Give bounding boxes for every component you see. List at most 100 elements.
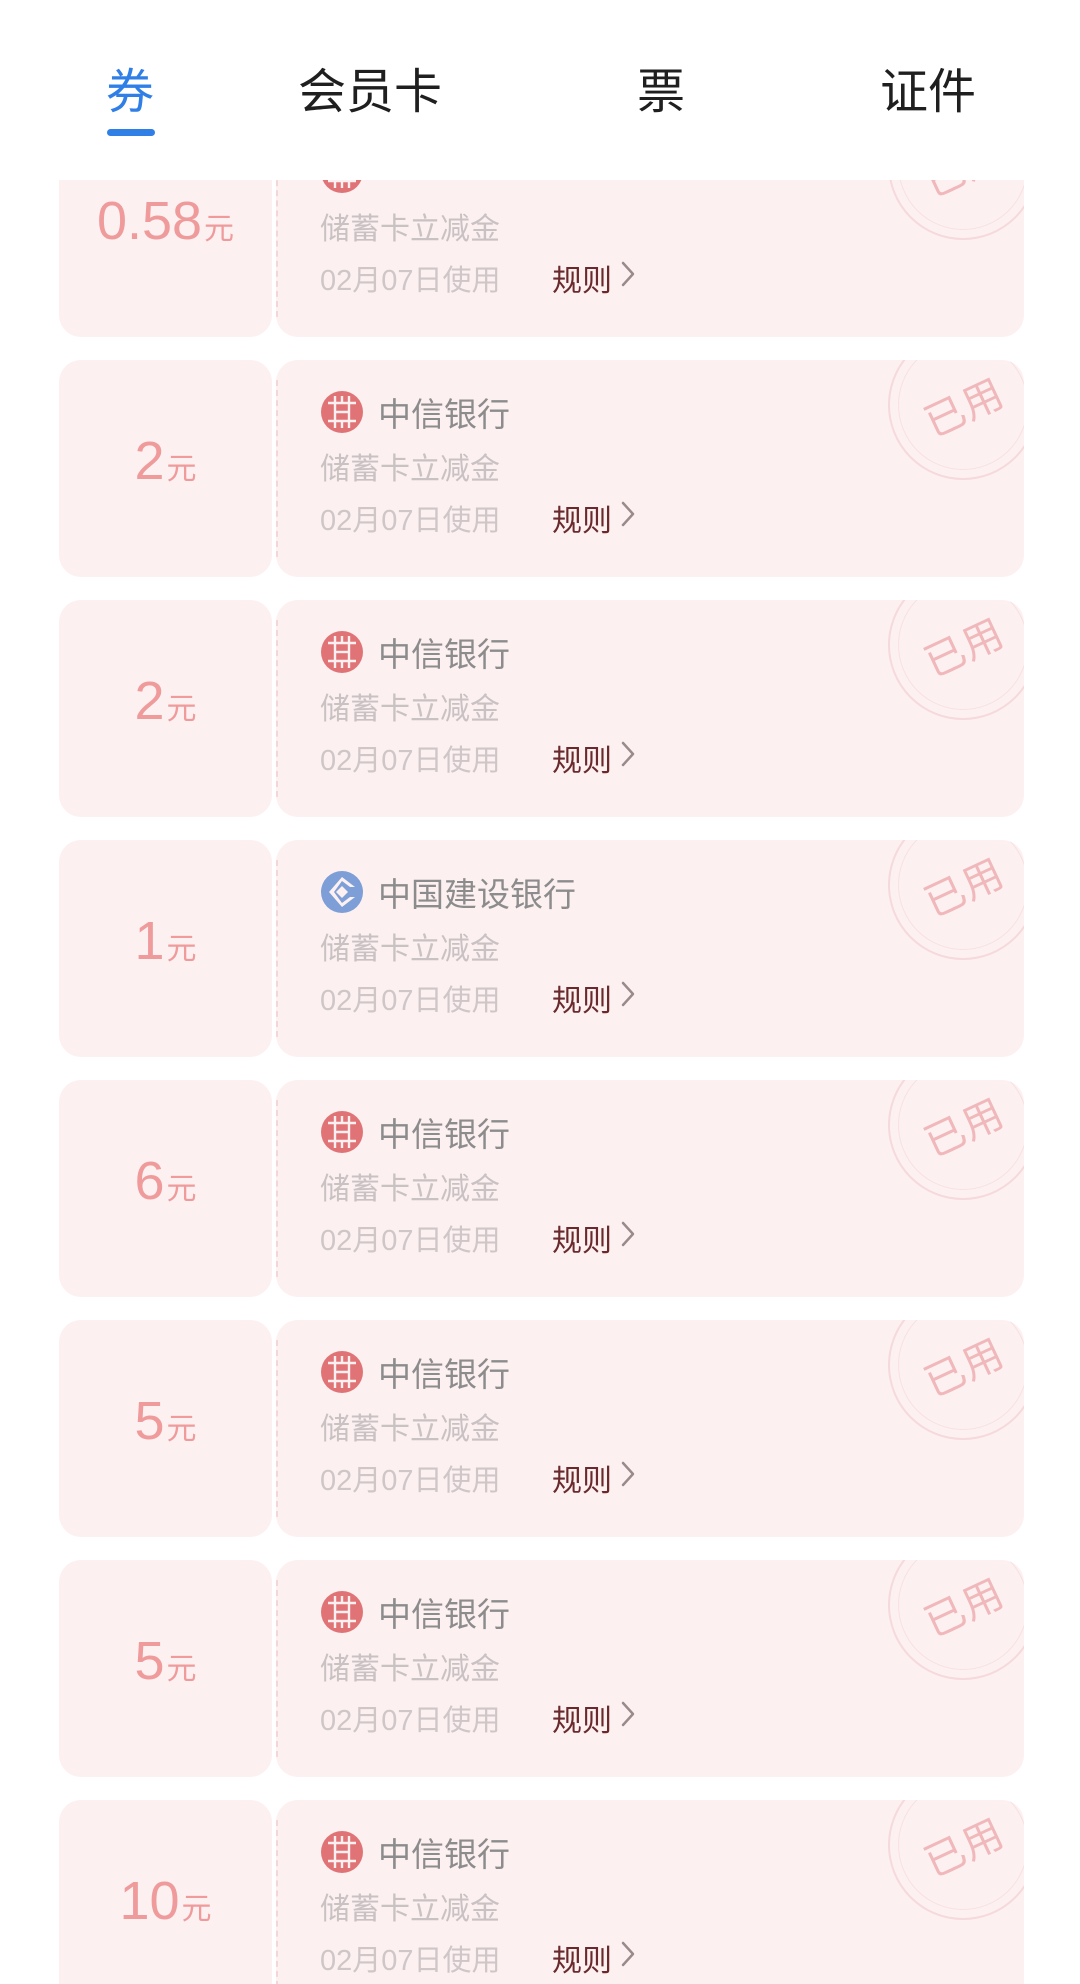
- used-stamp-text: 已用: [918, 611, 1012, 686]
- top-tab-bar: 券 会员卡 票 证件: [0, 0, 1080, 180]
- perforation-divider: [276, 860, 278, 1037]
- coupon-card[interactable]: 5元 中信银行 储蓄卡立减金 02月07日使用 规则 已用: [0, 1320, 1080, 1537]
- bank-name: 中信银行: [378, 396, 510, 433]
- tab-membership-cards[interactable]: 会员卡: [298, 52, 442, 122]
- tab-coupons[interactable]: 券: [106, 52, 154, 122]
- used-stamp: 已用: [888, 1800, 1024, 1920]
- used-stamp-text: 已用: [918, 371, 1012, 446]
- used-stamp-text: 已用: [918, 1571, 1012, 1646]
- amount-value: 0.58: [96, 191, 203, 251]
- active-tab-indicator: [107, 129, 155, 136]
- coupon-detail-panel: 中信银行 储蓄卡立减金 02月07日使用 规则 已用: [276, 1560, 1024, 1777]
- rules-label: 规则: [552, 1465, 612, 1498]
- amount-value: 10: [119, 1871, 180, 1931]
- coupon-list: 0.58元 储蓄卡立减金 02月07日使用 规则 已用 2元: [0, 180, 1080, 1984]
- coupon-used-date: 02月07日使用: [320, 265, 501, 297]
- bank-row: [320, 180, 378, 196]
- citic-bank-icon: [320, 180, 364, 194]
- rules-link[interactable]: 规则: [552, 976, 636, 1020]
- rules-label: 规则: [552, 1225, 612, 1258]
- used-stamp: 已用: [888, 600, 1024, 720]
- rules-link[interactable]: 规则: [552, 496, 636, 540]
- coupon-detail-panel: 中信银行 储蓄卡立减金 02月07日使用 规则 已用: [276, 1800, 1024, 1984]
- coupon-used-date: 02月07日使用: [320, 505, 501, 537]
- chevron-right-icon: [620, 1700, 636, 1736]
- rules-label: 规则: [552, 265, 612, 298]
- bank-row: 中信银行: [320, 1828, 510, 1876]
- rules-link[interactable]: 规则: [552, 736, 636, 780]
- citic-bank-icon: [320, 1590, 364, 1634]
- chevron-right-icon: [620, 500, 636, 536]
- coupon-used-date: 02月07日使用: [320, 1225, 501, 1257]
- citic-bank-icon: [320, 1350, 364, 1394]
- used-stamp-text: 已用: [918, 1331, 1012, 1406]
- bank-name: 中国建设银行: [378, 876, 576, 913]
- chevron-right-icon: [620, 260, 636, 296]
- coupon-description: 储蓄卡立减金: [320, 933, 500, 966]
- coupon-description: 储蓄卡立减金: [320, 1893, 500, 1926]
- rules-link[interactable]: 规则: [552, 1216, 636, 1260]
- rules-link[interactable]: 规则: [552, 1936, 636, 1980]
- coupon-amount-panel: 6元: [59, 1080, 272, 1297]
- used-stamp: 已用: [888, 1560, 1024, 1680]
- coupon-used-date: 02月07日使用: [320, 1945, 501, 1977]
- coupon-amount: 0.58元: [59, 190, 272, 252]
- ccb-bank-icon: [320, 870, 364, 914]
- amount-value: 5: [134, 1391, 165, 1451]
- coupon-amount: 10元: [59, 1870, 272, 1932]
- coupon-amount: 2元: [59, 670, 272, 732]
- coupon-list-viewport[interactable]: 0.58元 储蓄卡立减金 02月07日使用 规则 已用 2元: [0, 180, 1080, 1984]
- amount-value: 5: [134, 1631, 165, 1691]
- coupon-amount-panel: 10元: [59, 1800, 272, 1984]
- chevron-right-icon: [620, 1940, 636, 1976]
- coupon-amount-panel: 0.58元: [59, 180, 272, 337]
- used-stamp-text: 已用: [918, 1091, 1012, 1166]
- bank-row: 中信银行: [320, 1348, 510, 1396]
- coupon-detail-panel: 中信银行 储蓄卡立减金 02月07日使用 规则 已用: [276, 360, 1024, 577]
- amount-unit: 元: [166, 453, 197, 486]
- amount-unit: 元: [181, 1893, 212, 1926]
- used-stamp: 已用: [888, 1320, 1024, 1440]
- rules-link[interactable]: 规则: [552, 1696, 636, 1740]
- rules-link[interactable]: 规则: [552, 256, 636, 300]
- coupon-card[interactable]: 5元 中信银行 储蓄卡立减金 02月07日使用 规则 已用: [0, 1560, 1080, 1777]
- amount-unit: 元: [166, 693, 197, 726]
- rules-link[interactable]: 规则: [552, 1456, 636, 1500]
- coupon-card[interactable]: 0.58元 储蓄卡立减金 02月07日使用 规则 已用: [0, 180, 1080, 337]
- bank-name: 中信银行: [378, 1116, 510, 1153]
- coupon-card[interactable]: 2元 中信银行 储蓄卡立减金 02月07日使用 规则 已用: [0, 600, 1080, 817]
- amount-unit: 元: [166, 1413, 197, 1446]
- coupon-card[interactable]: 10元 中信银行 储蓄卡立减金 02月07日使用 规则 已用: [0, 1800, 1080, 1984]
- coupon-card[interactable]: 1元 中国建设银行 储蓄卡立减金 02月07日使用 规则 已用: [0, 840, 1080, 1057]
- coupon-detail-panel: 中信银行 储蓄卡立减金 02月07日使用 规则 已用: [276, 600, 1024, 817]
- tab-tickets[interactable]: 票: [637, 52, 685, 122]
- used-stamp-text: 已用: [914, 180, 1013, 209]
- rules-label: 规则: [552, 745, 612, 778]
- amount-value: 1: [134, 911, 165, 971]
- amount-unit: 元: [166, 1653, 197, 1686]
- rules-label: 规则: [552, 1705, 612, 1738]
- citic-bank-icon: [320, 390, 364, 434]
- coupon-amount-panel: 1元: [59, 840, 272, 1057]
- coupon-used-date: 02月07日使用: [320, 1705, 501, 1737]
- rules-label: 规则: [552, 1945, 612, 1978]
- amount-unit: 元: [166, 1173, 197, 1206]
- citic-bank-icon: [320, 1830, 364, 1874]
- coupon-detail-panel: 中信银行 储蓄卡立减金 02月07日使用 规则 已用: [276, 1320, 1024, 1537]
- tab-documents[interactable]: 证件: [880, 52, 976, 122]
- used-stamp-text: 已用: [918, 851, 1012, 926]
- coupon-description: 储蓄卡立减金: [320, 453, 500, 486]
- coupon-amount-panel: 2元: [59, 600, 272, 817]
- amount-unit: 元: [166, 933, 197, 966]
- coupon-description: 储蓄卡立减金: [320, 1653, 500, 1686]
- rules-label: 规则: [552, 505, 612, 538]
- perforation-divider: [276, 1820, 278, 1984]
- used-stamp: 已用: [888, 180, 1024, 240]
- bank-name: 中信银行: [378, 1836, 510, 1873]
- perforation-divider: [276, 1340, 278, 1517]
- coupon-amount-panel: 5元: [59, 1320, 272, 1537]
- coupon-card[interactable]: 2元 中信银行 储蓄卡立减金 02月07日使用 规则 已用: [0, 360, 1080, 577]
- bank-row: 中国建设银行: [320, 868, 576, 916]
- used-stamp: 已用: [888, 1080, 1024, 1200]
- coupon-card[interactable]: 6元 中信银行 储蓄卡立减金 02月07日使用 规则 已用: [0, 1080, 1080, 1297]
